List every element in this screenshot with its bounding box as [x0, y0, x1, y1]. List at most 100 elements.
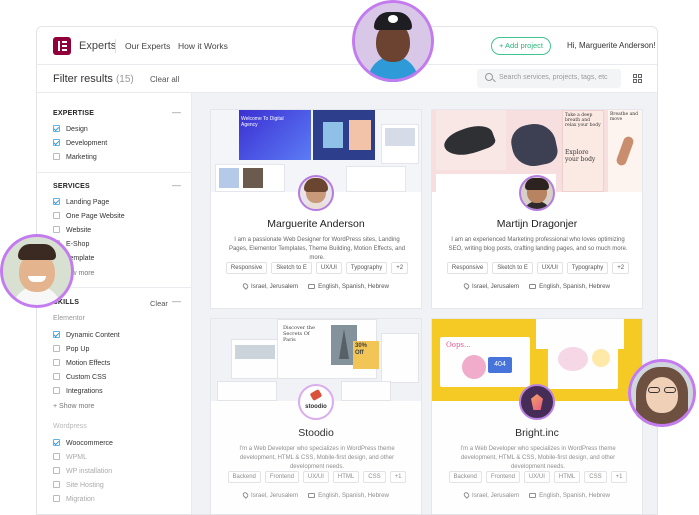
collapse-services-icon[interactable]: —	[172, 180, 181, 190]
checkbox-icon[interactable]	[53, 453, 60, 460]
elementor-group-label: Elementor	[53, 315, 85, 322]
filter-option-pop-up[interactable]: Pop Up	[53, 345, 89, 355]
tag[interactable]: HTML	[553, 471, 581, 483]
tag[interactable]: Frontend	[485, 471, 520, 483]
result-count: (15)	[115, 74, 134, 85]
location: Israel, Jerusalem	[472, 492, 520, 499]
tag[interactable]: Backend	[227, 471, 261, 483]
tag[interactable]: Backend	[448, 471, 482, 483]
tag[interactable]: Typography	[345, 262, 388, 274]
checkbox-icon[interactable]	[53, 387, 60, 394]
more-tags[interactable]: +1	[610, 471, 628, 483]
expert-name[interactable]: Martijn Dragonjer	[432, 218, 642, 230]
top-bar: Experts Our Experts How it Works + Add p…	[37, 27, 657, 65]
floating-avatar	[628, 359, 696, 427]
filter-option-woocommerce[interactable]: Woocommerce	[53, 439, 113, 449]
filter-option-website[interactable]: Website	[53, 226, 91, 236]
tag[interactable]: CSS	[584, 471, 607, 483]
mockup-text: 404	[488, 357, 512, 373]
checkbox-icon[interactable]	[53, 495, 60, 502]
tag[interactable]: Responsive	[446, 262, 489, 274]
filter-title: Filter results (15)	[53, 73, 134, 85]
filter-option-wp-installation[interactable]: WP installation	[53, 467, 112, 477]
search-placeholder: Search services, projects, tags, etc	[499, 74, 608, 81]
expert-card[interactable]: Welcome To Digital Agency Marguerite And…	[210, 109, 422, 309]
expert-description: I'm a Web Developer who specializes in W…	[239, 446, 395, 470]
grid-view-icon[interactable]	[633, 74, 642, 83]
mockup-text: Explore your body	[565, 149, 596, 163]
filter-option-motion-effects[interactable]: Motion Effects	[53, 359, 110, 369]
clear-skills-link[interactable]: Clear	[150, 299, 168, 308]
tag[interactable]: UX/UI	[302, 471, 329, 483]
tag[interactable]: Typography	[566, 262, 609, 274]
filter-option-integrations[interactable]: Integrations	[53, 387, 103, 397]
more-tags[interactable]: +2	[391, 262, 409, 274]
checkbox-icon[interactable]	[53, 467, 60, 474]
checkbox-checked-icon[interactable]	[53, 439, 60, 446]
tag[interactable]: Sketch to E	[492, 262, 533, 274]
filter-option-wpml[interactable]: WPML	[53, 453, 87, 463]
checkbox-icon[interactable]	[53, 153, 60, 160]
tag[interactable]: UX/UI	[315, 262, 342, 274]
more-tags[interactable]: +1	[389, 471, 407, 483]
tag[interactable]: Frontend	[264, 471, 299, 483]
divider	[37, 172, 192, 173]
tag[interactable]: HTML	[332, 471, 360, 483]
filter-option-design[interactable]: Design	[53, 125, 88, 135]
checkbox-icon[interactable]	[53, 481, 60, 488]
tag[interactable]: UX/UI	[536, 262, 563, 274]
clear-all-link[interactable]: Clear all	[150, 75, 179, 84]
checkbox-checked-icon[interactable]	[53, 139, 60, 146]
expert-card[interactable]: Take a deep breath and relax your body E…	[431, 109, 643, 309]
nav-how-it-works[interactable]: How it Works	[178, 41, 228, 51]
company-logo-text: stoodio	[305, 404, 327, 410]
checkbox-checked-icon[interactable]	[53, 198, 60, 205]
show-more-skills-link[interactable]: + Show more	[53, 403, 94, 410]
expert-description: I am a passionate Web Designer for WordP…	[228, 237, 406, 261]
company-logo: stoodio	[298, 384, 334, 420]
checkbox-icon[interactable]	[53, 345, 60, 352]
elementor-logo-icon[interactable]	[53, 37, 71, 55]
expert-name[interactable]: Marguerite Anderson	[211, 218, 421, 230]
filter-option-marketing[interactable]: Marketing	[53, 153, 97, 163]
avatar	[519, 175, 555, 211]
chevron-down-icon[interactable]: ⌄	[641, 39, 648, 48]
tag-list: Responsive Sketch to E UX/UI Typography …	[225, 262, 409, 274]
filter-option-development[interactable]: Development	[53, 139, 107, 149]
add-project-button[interactable]: + Add project	[491, 37, 551, 55]
filter-option-migration[interactable]: Migration	[53, 495, 95, 505]
tag[interactable]: UX/UI	[523, 471, 550, 483]
checkbox-icon[interactable]	[53, 359, 60, 366]
search-input[interactable]: Search services, projects, tags, etc	[477, 69, 621, 88]
filter-option-custom-css[interactable]: Custom CSS	[53, 373, 106, 383]
filter-option-dynamic-content[interactable]: Dynamic Content	[53, 331, 120, 341]
language-icon	[308, 284, 316, 289]
floating-avatar	[352, 0, 434, 82]
expert-card[interactable]: Discover the Secrets Of Paris 30% Off st…	[210, 318, 422, 514]
checkbox-icon[interactable]	[53, 212, 60, 219]
tag[interactable]: Responsive	[225, 262, 268, 274]
filter-option-one-page-website[interactable]: One Page Website	[53, 212, 125, 222]
tag-list: Backend Frontend UX/UI HTML CSS +1	[446, 471, 630, 483]
nav-our-experts[interactable]: Our Experts	[125, 41, 170, 51]
expert-card[interactable]: Oops... 404 Bright.inc I'm a Web Develop…	[431, 318, 643, 514]
filter-option-site-hosting[interactable]: Site Hosting	[53, 481, 104, 491]
language-icon	[308, 493, 316, 498]
more-tags[interactable]: +2	[612, 262, 630, 274]
filter-option-landing-page[interactable]: Landing Page	[53, 198, 109, 208]
expert-name[interactable]: Stoodio	[211, 427, 421, 439]
expert-description: I am an experienced Marketing profession…	[448, 237, 628, 252]
collapse-skills-icon[interactable]: —	[172, 296, 181, 306]
checkbox-checked-icon[interactable]	[53, 331, 60, 338]
expert-meta: Israel, Jerusalem English, Spanish, Hebre…	[432, 282, 642, 290]
checkbox-checked-icon[interactable]	[53, 125, 60, 132]
divider	[115, 39, 116, 53]
collapse-expertise-icon[interactable]: —	[172, 107, 181, 117]
expert-description: I'm a Web Developer who specializes in W…	[460, 446, 616, 470]
tag[interactable]: CSS	[363, 471, 386, 483]
tag[interactable]: Sketch to E	[271, 262, 312, 274]
expert-name[interactable]: Bright.inc	[432, 427, 642, 439]
checkbox-icon[interactable]	[53, 226, 60, 233]
checkbox-icon[interactable]	[53, 373, 60, 380]
location-pin-icon	[462, 491, 471, 499]
